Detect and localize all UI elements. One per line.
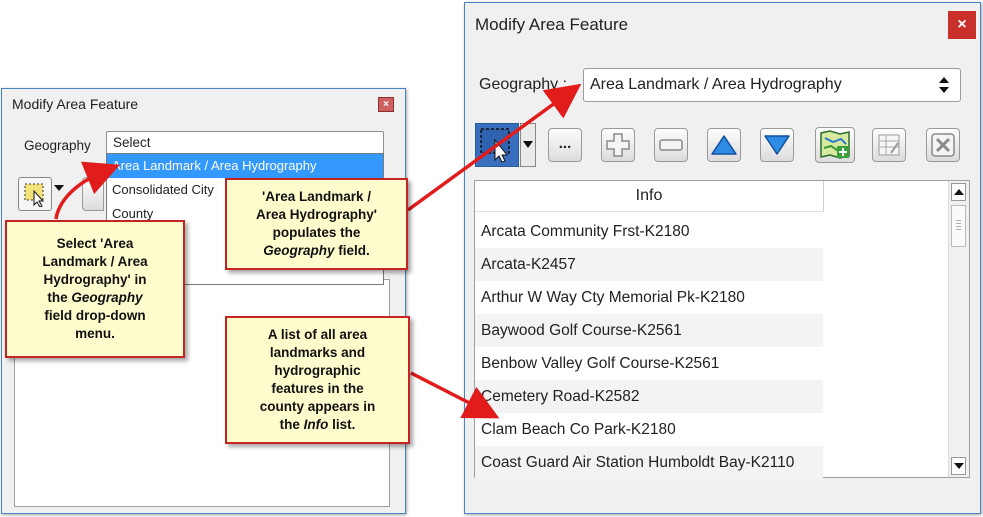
callout-info-list: A list of all area landmarks and hydrogr… bbox=[225, 316, 410, 444]
arrow-list-to-info bbox=[410, 371, 500, 419]
callout-populates-field: 'Area Landmark / Area Hydrography' popul… bbox=[225, 178, 408, 270]
callout-select-option: Select 'Area Landmark / Area Hydrography… bbox=[5, 220, 185, 358]
arrow-select-to-option bbox=[54, 161, 120, 220]
arrow-populates-to-field bbox=[406, 83, 582, 212]
